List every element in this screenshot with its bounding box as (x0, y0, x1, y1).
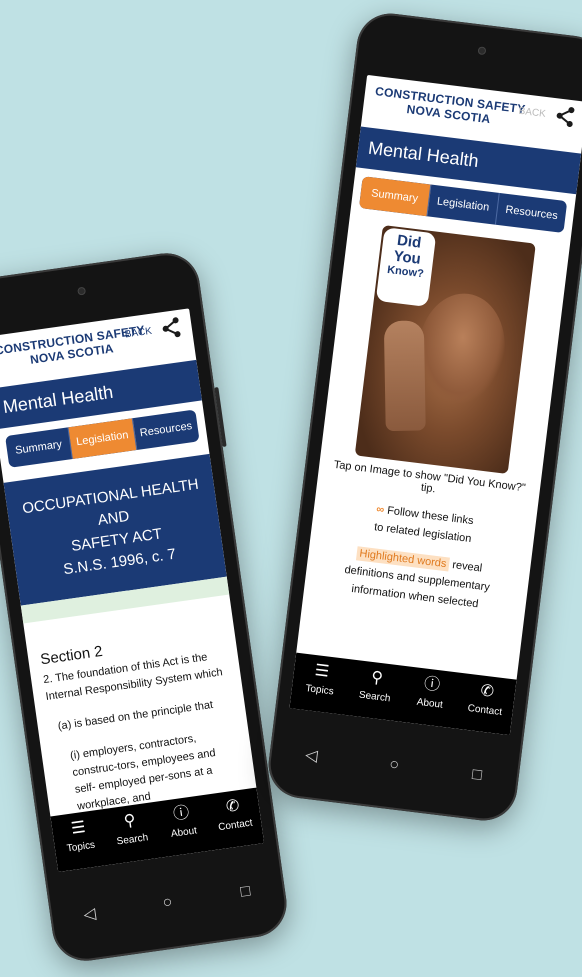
back-triangle-icon[interactable]: ◁ (298, 744, 324, 767)
nav-topics[interactable]: ☰ Topics (50, 809, 109, 872)
nav-label: Search (358, 689, 392, 705)
woman-photo (412, 288, 511, 409)
tab-resources[interactable]: Resources (132, 409, 199, 450)
right-phone-screen: CONSTRUCTION SAFETY NOVA SCOTIA BACK Men… (289, 74, 582, 736)
back-triangle-icon[interactable]: ◁ (76, 902, 103, 925)
nav-label: Contact (467, 702, 503, 719)
bottom-nav: ☰ Topics ⚲ Search ⓘ About ✆ Contact (289, 652, 517, 736)
nav-label: About (416, 696, 444, 711)
brand-logo: CONSTRUCTION SAFETY NOVA SCOTIA (373, 84, 526, 130)
share-icon[interactable] (160, 316, 183, 341)
hand-shape (383, 320, 426, 432)
tab-resources[interactable]: Resources (496, 193, 567, 233)
link-icon: ∞ (375, 503, 385, 517)
info-icon: ⓘ (423, 675, 442, 695)
nav-contact[interactable]: ✆ Contact (455, 673, 517, 735)
nav-topics[interactable]: ☰ Topics (289, 653, 351, 715)
nav-label: Topics (304, 683, 335, 698)
tab-legislation[interactable]: Legislation (427, 184, 500, 225)
phone-icon: ✆ (224, 797, 241, 816)
nav-search[interactable]: ⚲ Search (344, 659, 406, 721)
tab-summary[interactable]: Summary (358, 176, 432, 217)
did-you-know-image[interactable]: Did You Know? (354, 224, 536, 475)
nav-about[interactable]: ⓘ About (400, 666, 462, 728)
info-icon: ⓘ (172, 804, 191, 824)
nav-label: Topics (66, 839, 96, 855)
nav-label: About (170, 825, 198, 840)
nav-label: Contact (217, 817, 254, 834)
nav-search[interactable]: ⚲ Search (102, 802, 161, 865)
system-nav-bar: ◁ ○ □ (268, 734, 520, 796)
system-nav-bar: ◁ ○ □ (49, 871, 287, 936)
camera (77, 286, 87, 296)
phone-icon: ✆ (479, 682, 495, 701)
share-icon[interactable] (554, 104, 577, 128)
nav-about[interactable]: ⓘ About (153, 795, 212, 858)
right-phone: CONSTRUCTION SAFETY NOVA SCOTIA BACK Men… (264, 9, 582, 825)
home-circle-icon[interactable]: ○ (381, 755, 407, 776)
camera (477, 46, 487, 56)
did-you-know-bubble: Did You Know? (375, 227, 437, 308)
tab-legislation[interactable]: Legislation (68, 418, 137, 459)
nav-label: Search (116, 832, 149, 848)
search-icon: ⚲ (370, 668, 384, 688)
recents-square-icon[interactable]: □ (464, 765, 490, 786)
nav-contact[interactable]: ✆ Contact (205, 788, 264, 851)
tab-summary[interactable]: Summary (5, 427, 74, 468)
recents-square-icon[interactable]: □ (232, 882, 258, 903)
home-circle-icon[interactable]: ○ (154, 893, 180, 914)
back-button[interactable]: BACK (124, 326, 153, 341)
left-phone-screen: CONSTRUCTION SAFETY NOVA SCOTIA BACK Men… (0, 308, 265, 873)
list-icon: ☰ (70, 818, 87, 838)
search-icon: ⚲ (122, 811, 137, 831)
highlight-rest: reveal (451, 559, 483, 575)
list-icon: ☰ (313, 662, 331, 681)
left-phone: CONSTRUCTION SAFETY NOVA SCOTIA BACK Men… (0, 248, 291, 966)
